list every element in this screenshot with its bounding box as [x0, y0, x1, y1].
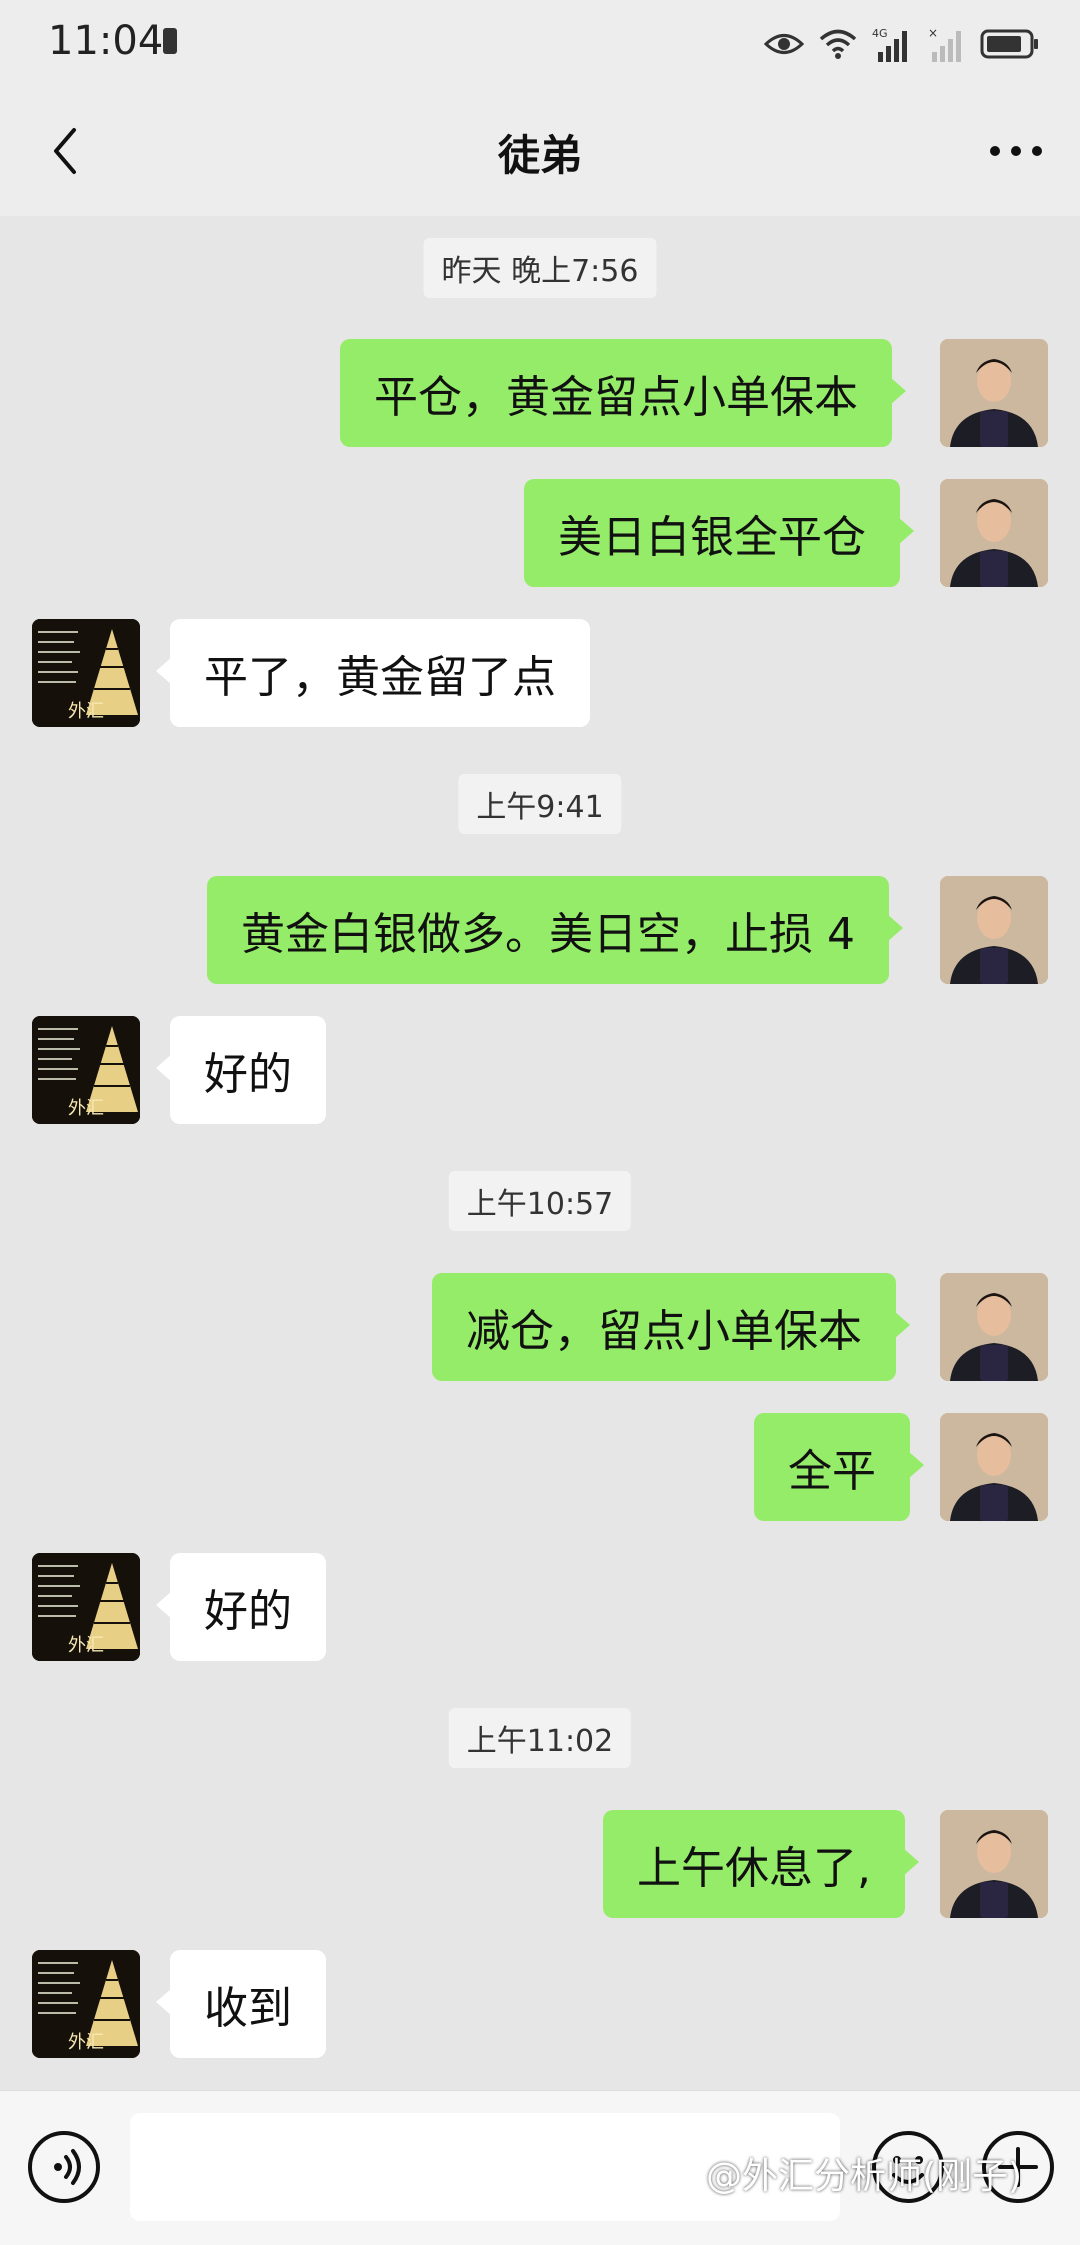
peer-avatar-label: 外汇 [68, 701, 104, 722]
message-bubble-outgoing[interactable]: 上午休息了, [603, 1810, 919, 1918]
my-avatar[interactable] [940, 1413, 1048, 1521]
watermark: @外汇分析师(刚子) [706, 2156, 1023, 2197]
message-bubble-incoming[interactable]: 好的 [156, 1553, 326, 1661]
message-bubble-outgoing[interactable]: 美日白银全平仓 [524, 479, 914, 587]
message-text: 黄金白银做多。美日空，止损 4 [241, 909, 855, 960]
status-icons: 4G × [764, 22, 1040, 66]
message-text: 平了，黄金留了点 [204, 652, 556, 703]
peer-avatar-label: 外汇 [68, 2032, 104, 2053]
my-avatar[interactable] [940, 339, 1048, 447]
message-text: 好的 [204, 1049, 292, 1100]
message-text: 上午休息了, [637, 1843, 871, 1894]
my-avatar[interactable] [940, 1810, 1048, 1918]
timestamp: 上午9:41 [458, 774, 622, 834]
peer-avatar[interactable]: 外汇 [32, 619, 140, 727]
timestamp: 上午11:02 [448, 1708, 632, 1768]
person-photo-icon [940, 1273, 1048, 1381]
signal-nosim-icon: × [928, 26, 961, 62]
person-photo-icon [940, 339, 1048, 447]
my-avatar[interactable] [940, 876, 1048, 984]
eye-icon [764, 34, 804, 54]
timestamp: 昨天 晚上7:56 [423, 238, 657, 298]
person-photo-icon [940, 1413, 1048, 1521]
message-bubble-incoming[interactable]: 好的 [156, 1016, 326, 1124]
peer-avatar-label: 外汇 [68, 1098, 104, 1119]
message-bubble-outgoing[interactable]: 平仓，黄金留点小单保本 [340, 339, 906, 447]
message-bubble-outgoing[interactable]: 减仓，留点小单保本 [432, 1273, 910, 1381]
message-text: 好的 [204, 1586, 292, 1637]
message-text: 平仓，黄金留点小单保本 [374, 372, 858, 423]
signal-4g-icon: 4G [872, 27, 907, 62]
message-text: 收到 [204, 1983, 292, 2034]
message-list[interactable]: 昨天 晚上7:56 平仓，黄金留点小单保本 美日白银全平仓 外汇 平了，黄金留了… [0, 216, 1080, 2090]
peer-avatar[interactable]: 外汇 [32, 1553, 140, 1661]
person-photo-icon [940, 479, 1048, 587]
message-bubble-outgoing[interactable]: 全平 [754, 1413, 924, 1521]
voice-icon [28, 2131, 100, 2203]
message-bubble-incoming[interactable]: 收到 [156, 1950, 326, 2058]
peer-avatar[interactable]: 外汇 [32, 1016, 140, 1124]
peer-avatar[interactable]: 外汇 [32, 1950, 140, 2058]
voice-button[interactable] [26, 2129, 102, 2205]
timestamp: 上午10:57 [448, 1171, 632, 1231]
person-photo-icon [940, 1810, 1048, 1918]
message-text: 减仓，留点小单保本 [466, 1306, 862, 1357]
more-dots-icon [990, 146, 1042, 156]
svg-text:4G: 4G [872, 27, 888, 40]
peer-avatar-label: 外汇 [68, 1635, 104, 1656]
more-button[interactable] [976, 116, 1056, 186]
message-text: 美日白银全平仓 [558, 512, 866, 563]
chat-title: 徒弟 [497, 131, 582, 180]
my-avatar[interactable] [940, 1273, 1048, 1381]
message-bubble-outgoing[interactable]: 黄金白银做多。美日空，止损 4 [207, 876, 903, 984]
message-bubble-incoming[interactable]: 平了，黄金留了点 [156, 619, 590, 727]
svg-text:×: × [928, 26, 938, 40]
status-time: 11:04 [48, 18, 164, 64]
message-text: 全平 [788, 1446, 876, 1497]
my-avatar[interactable] [940, 479, 1048, 587]
battery-saver-icon [163, 28, 177, 54]
battery-icon [980, 29, 1038, 59]
person-photo-icon [940, 876, 1048, 984]
status-bar: 11:04 4G × [0, 0, 1080, 88]
chat-header: 徒弟 [0, 88, 1080, 216]
wifi-icon [819, 29, 857, 59]
